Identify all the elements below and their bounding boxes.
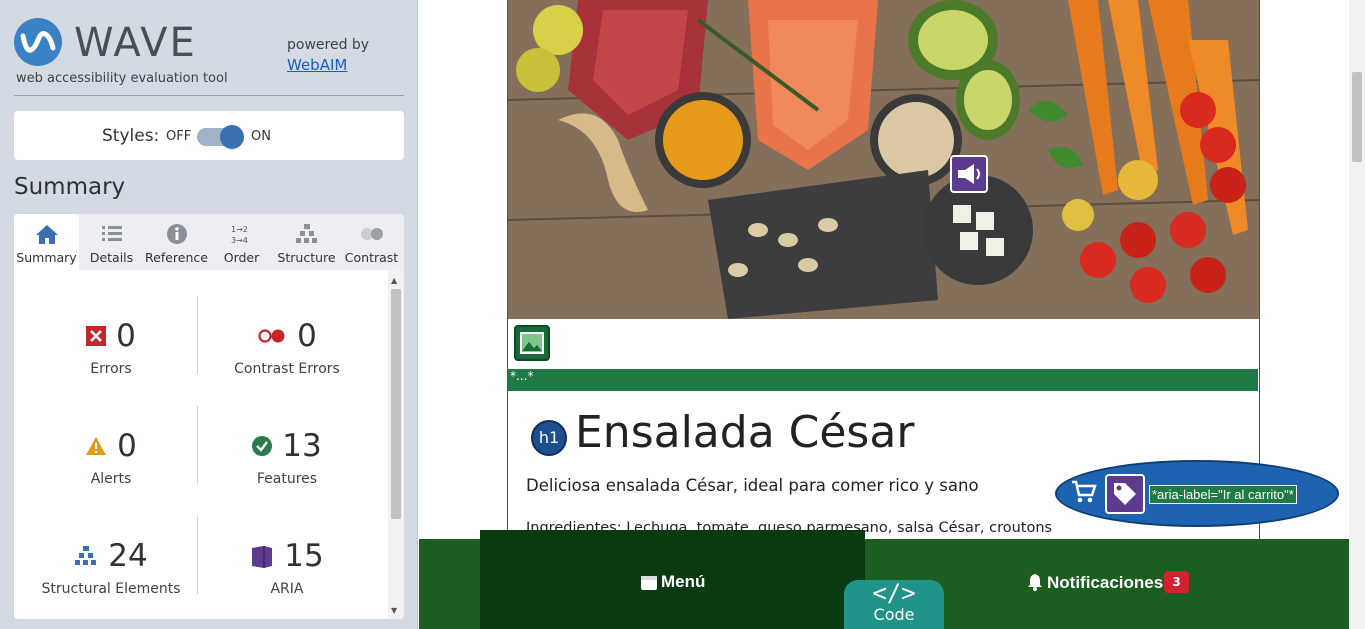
tag-icon	[1114, 483, 1136, 505]
wave-sidebar: WAVE web accessibility evaluation tool p…	[0, 0, 418, 629]
webaim-link[interactable]: WebAIM	[287, 56, 347, 74]
page-description: Deliciosa ensalada César, ideal para com…	[526, 476, 979, 495]
summary-panel: Summary Details Reference 1→2 3→4 Order …	[14, 214, 404, 619]
tab-label: Reference	[145, 250, 208, 265]
check-icon	[252, 436, 273, 456]
wave-title: WAVE	[74, 20, 197, 66]
h1-badge-icon[interactable]: h1	[531, 420, 567, 456]
errors-count: 0	[116, 318, 136, 354]
aria-label-badge[interactable]	[1105, 474, 1145, 514]
styles-toggle-box: Styles: OFF ON	[14, 111, 404, 160]
megaphone-icon	[958, 164, 980, 184]
stat-aria[interactable]: 15 ARIA	[197, 538, 377, 597]
summary-stats: 0 Errors 0 Contrast Errors 0 Alerts 13 F…	[14, 270, 388, 619]
aria-label: ARIA	[270, 581, 304, 597]
stat-alerts[interactable]: 0 Alerts	[21, 428, 201, 487]
tab-label: Structure	[277, 250, 336, 265]
menu-label[interactable]: Menú	[661, 572, 705, 592]
tab-contrast[interactable]: Contrast	[339, 214, 404, 270]
notifications-count-badge: 3	[1164, 571, 1189, 593]
tab-order[interactable]: 1→2 3→4 Order	[209, 214, 274, 270]
contrast-icon	[361, 228, 383, 240]
calendar-icon	[641, 576, 657, 590]
styles-toggle-knob[interactable]	[220, 125, 244, 149]
stat-contrast-errors[interactable]: 0 Contrast Errors	[197, 318, 377, 377]
scroll-up-icon[interactable]: ▲	[391, 276, 397, 285]
tab-summary[interactable]: Summary	[14, 214, 79, 270]
powered-by-label: powered by	[287, 37, 370, 53]
tab-label: Details	[89, 250, 134, 265]
aria-icon	[252, 546, 273, 568]
wave-speaker-badge[interactable]	[950, 155, 988, 193]
styles-off-label: OFF	[166, 129, 192, 144]
stat-structural[interactable]: 24 Structural Elements	[21, 538, 201, 597]
list-icon	[102, 226, 122, 241]
contrast-errors-count: 0	[297, 318, 317, 354]
info-icon	[167, 224, 187, 244]
image-icon	[520, 332, 544, 354]
stat-errors[interactable]: 0 Errors	[21, 318, 201, 377]
structure-icon	[296, 224, 317, 243]
code-icon: </>	[872, 579, 916, 607]
divider	[14, 95, 404, 96]
tab-bar: Summary Details Reference 1→2 3→4 Order …	[14, 214, 404, 270]
order-icon: 1→2 3→4	[231, 225, 248, 245]
food-illustration	[508, 0, 1259, 319]
image-alt-text: *...*	[508, 369, 1258, 391]
contrast-error-icon	[258, 329, 285, 343]
scroll-down-icon[interactable]: ▼	[391, 606, 397, 615]
page-content: *...* h1 Ensalada César Deliciosa ensala…	[419, 0, 1349, 629]
svg-text:1→2: 1→2	[231, 225, 248, 234]
tab-reference[interactable]: Reference	[144, 214, 209, 270]
cart-icon[interactable]	[1071, 480, 1097, 504]
structural-count: 24	[108, 538, 148, 574]
svg-text:3→4: 3→4	[231, 236, 248, 245]
wave-image-alt-icon[interactable]	[514, 325, 550, 361]
notifications-label[interactable]: Notificaciones	[1047, 573, 1163, 593]
aria-label-text: *aria-label="Ir al carrito"*	[1149, 485, 1297, 504]
contrast-errors-label: Contrast Errors	[234, 361, 340, 377]
tab-label: Summary	[16, 250, 77, 265]
features-label: Features	[256, 471, 318, 487]
wave-logo-icon	[14, 18, 62, 66]
code-label: Code	[873, 605, 915, 624]
stat-features[interactable]: 13 Features	[197, 428, 377, 487]
hero-image	[508, 0, 1259, 319]
summary-heading: Summary	[14, 174, 126, 200]
alert-icon	[86, 437, 107, 455]
alerts-count: 0	[117, 428, 137, 464]
tab-structure[interactable]: Structure	[274, 214, 339, 270]
page-title: Ensalada César	[575, 407, 915, 458]
structural-label: Structural Elements	[41, 581, 181, 597]
aria-count: 15	[284, 538, 324, 574]
styles-on-label: ON	[251, 129, 271, 144]
errors-label: Errors	[90, 361, 132, 377]
wave-tagline: web accessibility evaluation tool	[16, 71, 228, 86]
tab-label: Order	[223, 250, 260, 265]
features-count: 13	[282, 428, 322, 464]
panel-scroll-thumb[interactable]	[391, 289, 401, 519]
tab-label: Contrast	[344, 250, 399, 265]
bell-icon	[1028, 574, 1042, 591]
page-scroll-thumb[interactable]	[1352, 72, 1362, 162]
styles-label: Styles:	[102, 126, 160, 146]
powered-by: powered by WebAIM	[287, 35, 369, 76]
structure-icon	[75, 546, 97, 565]
tab-details[interactable]: Details	[79, 214, 144, 270]
error-icon	[86, 326, 107, 346]
home-icon	[36, 225, 58, 244]
alerts-label: Alerts	[90, 471, 132, 487]
code-button[interactable]: </> Code	[844, 580, 944, 629]
